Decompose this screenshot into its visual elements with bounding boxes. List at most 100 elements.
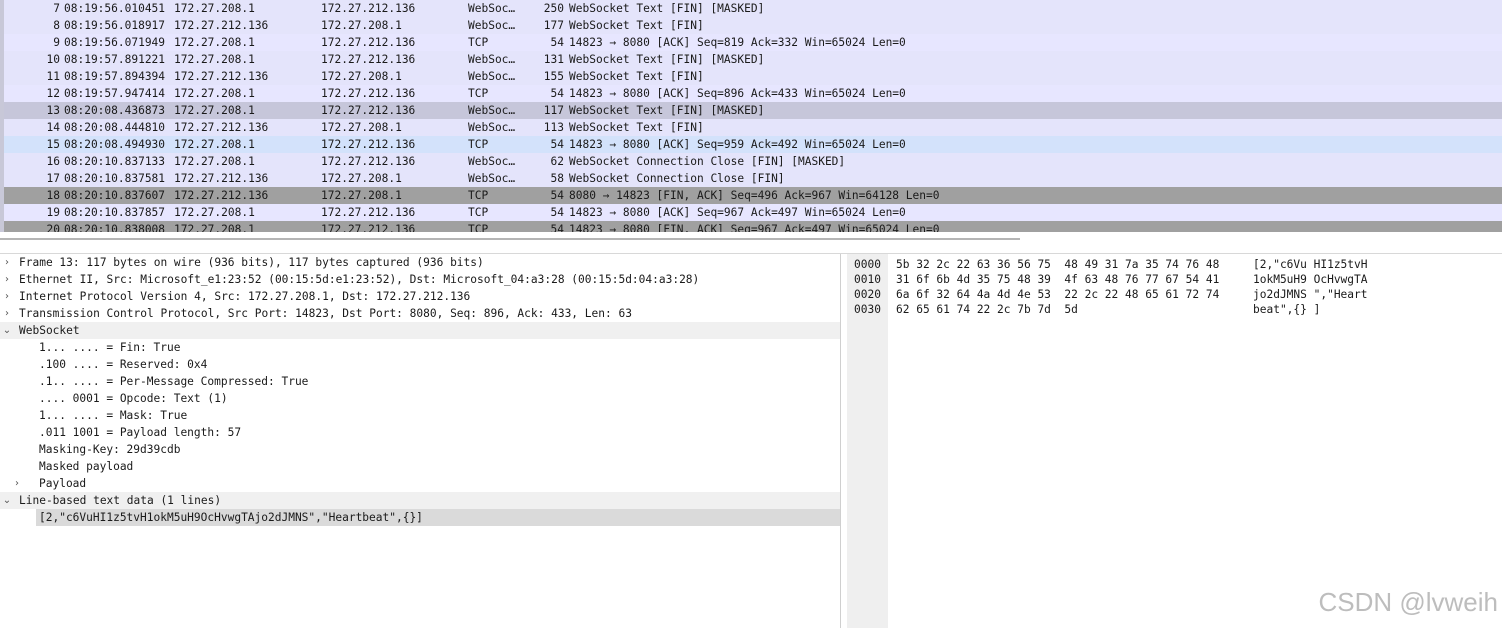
collapse-arrow-icon[interactable]: › [1, 288, 13, 305]
packet-number: 14 [46, 121, 60, 134]
packet-row[interactable]: 15 08:20:08.494930 172.27.208.1 172.27.212.… [4, 136, 1502, 153]
packet-destination: 172.27.208.1 [321, 172, 402, 185]
detail-tree-item[interactable]: ⌄ WebSocket [0, 322, 840, 339]
packet-time: 08:19:56.018917 [64, 19, 166, 32]
packet-row[interactable]: 18 08:20:10.837607 172.27.212.136 172.27.20… [4, 187, 1502, 204]
packet-protocol: TCP [468, 206, 489, 219]
detail-text: .... 0001 = Opcode: Text (1) [39, 392, 228, 405]
packet-row[interactable]: 19 08:20:10.837857 172.27.208.1 172.27.212.… [4, 204, 1502, 221]
packet-number: 8 [53, 19, 60, 32]
packet-info: 14823 → 8080 [ACK] Seq=967 Ack=497 Win=6… [569, 206, 906, 219]
packet-time: 08:20:10.837133 [64, 155, 166, 168]
packet-row[interactable]: 11 08:19:57.894394 172.27.212.136 172.27.20… [4, 68, 1502, 85]
packet-length: 54 [550, 223, 564, 232]
packet-length: 113 [543, 121, 564, 134]
packet-source: 172.27.208.1 [174, 53, 255, 66]
hex-row[interactable]: 0000 5b 32 2c 22 63 36 56 75 48 49 31 7a … [847, 257, 1487, 272]
packet-number: 7 [53, 2, 60, 15]
packet-list[interactable]: 7 08:19:56.010451 172.27.208.1 172.27.212.1… [0, 0, 1502, 232]
horizontal-scrollbar[interactable] [0, 238, 1020, 240]
detail-tree-item[interactable]: .100 .... = Reserved: 0x4 [0, 356, 840, 373]
packet-row[interactable]: 7 08:19:56.010451 172.27.208.1 172.27.212.1… [4, 0, 1502, 17]
packet-row[interactable]: 9 08:19:56.071949 172.27.208.1 172.27.212.1… [4, 34, 1502, 51]
detail-text: Masked payload [39, 460, 134, 473]
packet-protocol: TCP [468, 138, 489, 151]
packet-source: 172.27.212.136 [174, 189, 269, 202]
packet-time: 08:20:10.837581 [64, 172, 166, 185]
hex-bytes: 62 65 61 74 22 2c 7b 7d 5d [896, 303, 1078, 316]
packet-protocol: WebSoc… [468, 70, 516, 83]
collapse-arrow-icon[interactable]: › [1, 305, 13, 322]
detail-tree-item[interactable]: 1... .... = Mask: True [0, 407, 840, 424]
packet-info: WebSocket Text [FIN] [569, 19, 704, 32]
packet-time: 08:19:56.071949 [64, 36, 166, 49]
packet-destination: 172.27.212.136 [321, 87, 416, 100]
detail-tree-item[interactable]: [2,"c6VuHI1z5tvH1okM5uH9OcHvwgTAjo2dJMNS… [0, 509, 840, 526]
packet-info: WebSocket Connection Close [FIN] [569, 172, 785, 185]
detail-tree-item[interactable]: Masking-Key: 29d39cdb [0, 441, 840, 458]
detail-text: Line-based text data (1 lines) [19, 494, 222, 507]
detail-tree-item[interactable]: › Ethernet II, Src: Microsoft_e1:23:52 (0… [0, 271, 840, 288]
packet-destination: 172.27.208.1 [321, 19, 402, 32]
packet-row[interactable]: 10 08:19:57.891221 172.27.208.1 172.27.212.… [4, 51, 1502, 68]
expand-arrow-icon[interactable]: ⌄ [1, 322, 13, 339]
packet-length: 177 [543, 19, 564, 32]
collapse-arrow-icon[interactable]: › [1, 271, 13, 288]
packet-destination: 172.27.212.136 [321, 155, 416, 168]
hex-bytes: 6a 6f 32 64 4a 4d 4e 53 22 2c 22 48 65 6… [896, 288, 1220, 301]
detail-text: .011 1001 = Payload length: 57 [39, 426, 242, 439]
detail-tree-item[interactable]: › Payload [0, 475, 840, 492]
hex-ascii: [2,"c6Vu HI1z5tvH [1253, 258, 1368, 271]
packet-row[interactable]: 13 08:20:08.436873 172.27.208.1 172.27.212.… [4, 102, 1502, 119]
detail-tree-item[interactable]: 1... .... = Fin: True [0, 339, 840, 356]
packet-details-tree[interactable]: › Frame 13: 117 bytes on wire (936 bits),… [0, 254, 841, 628]
packet-row[interactable]: 8 08:19:56.018917 172.27.212.136 172.27.208… [4, 17, 1502, 34]
packet-length: 54 [550, 138, 564, 151]
detail-tree-item[interactable]: › Internet Protocol Version 4, Src: 172.2… [0, 288, 840, 305]
detail-text: Internet Protocol Version 4, Src: 172.27… [19, 290, 471, 303]
detail-text: Frame 13: 117 bytes on wire (936 bits), … [19, 256, 484, 269]
packet-row[interactable]: 17 08:20:10.837581 172.27.212.136 172.27.20… [4, 170, 1502, 187]
watermark: CSDN @lvweih [1318, 587, 1498, 617]
detail-tree-item[interactable]: Masked payload [0, 458, 840, 475]
detail-tree-item[interactable]: › Transmission Control Protocol, Src Port… [0, 305, 840, 322]
expand-arrow-icon[interactable]: ⌄ [1, 492, 13, 509]
hex-ascii: jo2dJMNS ","Heart [1253, 288, 1368, 301]
packet-time: 08:20:10.837607 [64, 189, 166, 202]
detail-tree-item[interactable]: .011 1001 = Payload length: 57 [0, 424, 840, 441]
packet-time: 08:19:57.891221 [64, 53, 166, 66]
packet-bytes-pane[interactable]: 0000 5b 32 2c 22 63 36 56 75 48 49 31 7a … [847, 254, 1502, 628]
packet-source: 172.27.212.136 [174, 121, 269, 134]
packet-destination: 172.27.212.136 [321, 36, 416, 49]
detail-text: [2,"c6VuHI1z5tvH1okM5uH9OcHvwgTAjo2dJMNS… [39, 511, 423, 524]
hex-row[interactable]: 0030 62 65 61 74 22 2c 7b 7d 5d beat",{} ] [847, 302, 1487, 317]
detail-text: Transmission Control Protocol, Src Port:… [19, 307, 632, 320]
collapse-arrow-icon[interactable]: › [11, 475, 23, 492]
packet-length: 250 [543, 2, 564, 15]
pane-splitter[interactable] [0, 232, 1502, 254]
packet-length: 54 [550, 36, 564, 49]
packet-row[interactable]: 20 08:20:10.838008 172.27.208.1 172.27.212.… [4, 221, 1502, 232]
detail-text: 1... .... = Mask: True [39, 409, 188, 422]
packet-info: WebSocket Text [FIN] [569, 121, 704, 134]
detail-text: 1... .... = Fin: True [39, 341, 181, 354]
hex-bytes: 5b 32 2c 22 63 36 56 75 48 49 31 7a 35 7… [896, 258, 1220, 271]
packet-length: 131 [543, 53, 564, 66]
hex-row[interactable]: 0020 6a 6f 32 64 4a 4d 4e 53 22 2c 22 48 … [847, 287, 1487, 302]
packet-row[interactable]: 12 08:19:57.947414 172.27.208.1 172.27.212.… [4, 85, 1502, 102]
packet-time: 08:20:10.837857 [64, 206, 166, 219]
packet-source: 172.27.208.1 [174, 104, 255, 117]
hex-row[interactable]: 0010 31 6f 6b 4d 35 75 48 39 4f 63 48 76 … [847, 272, 1487, 287]
collapse-arrow-icon[interactable]: › [1, 254, 13, 271]
detail-tree-item[interactable]: .... 0001 = Opcode: Text (1) [0, 390, 840, 407]
packet-destination: 172.27.212.136 [321, 2, 416, 15]
packet-length: 117 [543, 104, 564, 117]
packet-row[interactable]: 14 08:20:08.444810 172.27.212.136 172.27.20… [4, 119, 1502, 136]
detail-tree-item[interactable]: .1.. .... = Per-Message Compressed: True [0, 373, 840, 390]
detail-tree-item[interactable]: ⌄ Line-based text data (1 lines) [0, 492, 840, 509]
detail-tree-item[interactable]: › Frame 13: 117 bytes on wire (936 bits),… [0, 254, 840, 271]
packet-row[interactable]: 16 08:20:10.837133 172.27.208.1 172.27.212.… [4, 153, 1502, 170]
packet-time: 08:20:08.436873 [64, 104, 166, 117]
packet-protocol: WebSoc… [468, 53, 516, 66]
hex-offset: 0030 [854, 303, 881, 316]
